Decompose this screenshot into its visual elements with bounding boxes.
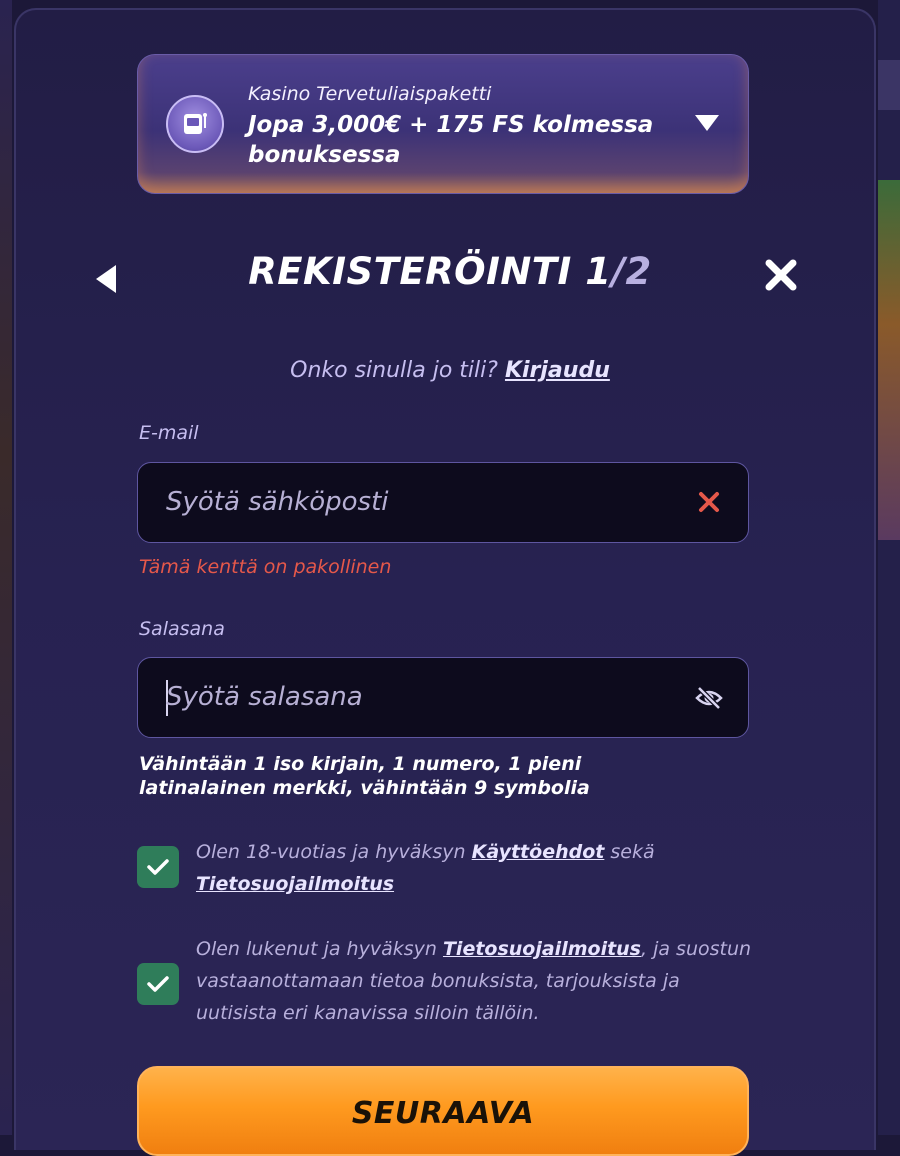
terms-checkbox[interactable]	[137, 846, 179, 888]
clear-input-icon[interactable]	[698, 491, 720, 513]
terms-of-use-link[interactable]: Käyttöehdot	[472, 841, 605, 863]
background-page-right	[878, 0, 900, 1135]
terms-text-1: Olen 18-vuotias ja hyväksyn	[196, 841, 472, 863]
email-label: E-mail	[139, 422, 199, 444]
login-prompt-text: Onko sinulla jo tili?	[290, 358, 498, 383]
password-placeholder: Syötä salasana	[166, 682, 363, 712]
eye-slash-icon[interactable]	[694, 684, 724, 712]
promo-title: Jopa 3,000€ + 175 FS kolmessa bonuksessa	[248, 112, 654, 168]
password-label: Salasana	[139, 618, 225, 640]
chevron-down-icon[interactable]	[695, 115, 719, 131]
check-icon	[147, 976, 169, 992]
step-indicator: /2	[611, 250, 652, 293]
next-button[interactable]: SEURAAVA	[137, 1066, 749, 1156]
terms-consent-text: Olen 18-vuotias ja hyväksyn Käyttöehdot …	[196, 836, 756, 900]
page-title-text: REKISTERÖINTI 1	[248, 250, 612, 293]
promo-subtitle: Kasino Tervetuliaispaketti	[248, 83, 492, 105]
password-requirements: Vähintään 1 iso kirjain, 1 numero, 1 pie…	[139, 753, 590, 799]
login-prompt: Onko sinulla jo tili? Kirjaudu	[0, 358, 900, 383]
privacy-notice-link[interactable]: Tietosuojailmoitus	[196, 873, 394, 895]
email-error-message: Tämä kenttä on pakollinen	[139, 556, 392, 578]
background-page-left	[0, 0, 12, 1135]
marketing-text-1: Olen lukenut ja hyväksyn	[196, 938, 443, 960]
privacy-notice-link-2[interactable]: Tietosuojailmoitus	[443, 938, 641, 960]
login-link[interactable]: Kirjaudu	[505, 358, 610, 383]
check-icon	[147, 859, 169, 875]
close-icon[interactable]	[762, 256, 800, 294]
marketing-consent-text: Olen lukenut ja hyväksyn Tietosuojailmoi…	[196, 933, 756, 1029]
password-field[interactable]: Syötä salasana	[137, 657, 749, 738]
slot-machine-icon	[166, 95, 224, 153]
email-placeholder: Syötä sähköposti	[166, 487, 389, 517]
terms-text-2: sekä	[604, 841, 655, 863]
welcome-bonus-banner[interactable]: Kasino Tervetuliaispaketti Jopa 3,000€ +…	[137, 54, 749, 194]
email-field[interactable]: Syötä sähköposti	[137, 462, 749, 543]
marketing-checkbox[interactable]	[137, 963, 179, 1005]
